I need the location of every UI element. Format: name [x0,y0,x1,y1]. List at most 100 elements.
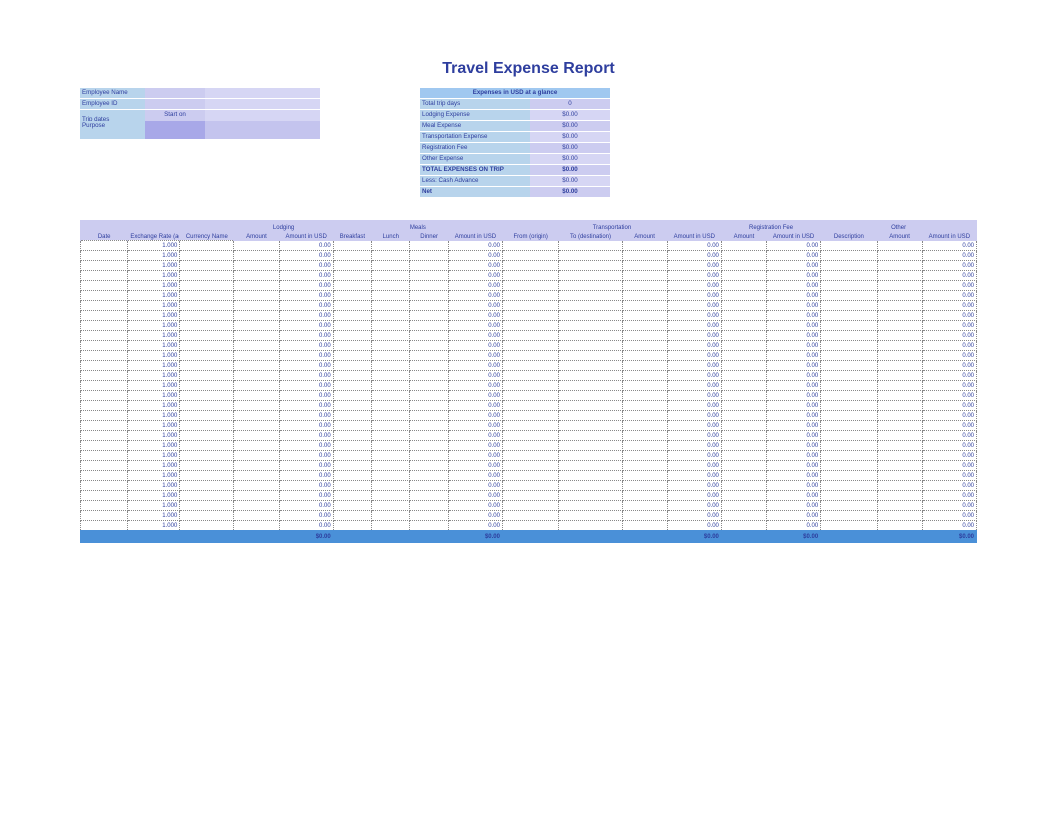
table-cell[interactable] [372,341,410,351]
table-cell[interactable]: 1.000 [128,271,180,281]
table-cell[interactable]: 0.00 [448,521,502,531]
table-cell[interactable] [821,521,877,531]
table-cell[interactable]: 0.00 [667,411,721,421]
table-cell[interactable] [410,351,448,361]
table-cell[interactable] [559,311,622,321]
table-cell[interactable] [372,521,410,531]
table-cell[interactable]: 0.00 [767,321,821,331]
table-cell[interactable]: 0.00 [667,431,721,441]
table-row[interactable]: 1.0000.000.000.000.000.00 [81,461,977,471]
table-cell[interactable]: 0.00 [279,441,333,451]
table-cell[interactable]: 0.00 [767,281,821,291]
table-cell[interactable] [333,361,371,371]
table-cell[interactable] [502,431,558,441]
table-cell[interactable]: 0.00 [667,321,721,331]
table-cell[interactable] [180,401,234,411]
table-cell[interactable] [81,371,128,381]
table-cell[interactable]: 0.00 [448,361,502,371]
table-cell[interactable] [821,511,877,521]
table-cell[interactable]: 0.00 [767,471,821,481]
table-row[interactable]: 1.0000.000.000.000.000.00 [81,491,977,501]
table-cell[interactable]: 0.00 [667,341,721,351]
table-cell[interactable] [180,271,234,281]
table-cell[interactable]: 0.00 [667,331,721,341]
table-cell[interactable] [180,311,234,321]
table-cell[interactable]: 1.000 [128,471,180,481]
table-cell[interactable]: 0.00 [767,481,821,491]
table-cell[interactable]: 0.00 [667,421,721,431]
emp-name-cell[interactable] [205,88,320,98]
table-cell[interactable] [559,441,622,451]
table-cell[interactable]: 0.00 [667,281,721,291]
table-cell[interactable] [180,341,234,351]
table-cell[interactable]: 0.00 [279,511,333,521]
table-cell[interactable] [821,281,877,291]
table-cell[interactable]: 0.00 [448,241,502,251]
table-cell[interactable] [502,521,558,531]
table-cell[interactable]: 1.000 [128,491,180,501]
table-cell[interactable] [821,301,877,311]
table-cell[interactable]: 0.00 [448,471,502,481]
table-cell[interactable]: 0.00 [767,291,821,301]
table-cell[interactable] [622,451,667,461]
table-cell[interactable]: 0.00 [448,461,502,471]
table-cell[interactable] [559,271,622,281]
table-cell[interactable] [234,341,279,351]
table-cell[interactable]: 0.00 [279,411,333,421]
table-cell[interactable] [502,361,558,371]
table-row[interactable]: 1.0000.000.000.000.000.00 [81,381,977,391]
table-cell[interactable] [333,311,371,321]
table-cell[interactable]: 0.00 [767,491,821,501]
table-cell[interactable] [877,261,922,271]
table-cell[interactable] [81,261,128,271]
table-cell[interactable] [410,301,448,311]
table-cell[interactable] [877,281,922,291]
table-cell[interactable]: 0.00 [922,401,976,411]
table-cell[interactable]: 0.00 [448,431,502,441]
table-cell[interactable] [502,411,558,421]
table-cell[interactable] [821,351,877,361]
table-cell[interactable]: 0.00 [448,411,502,421]
table-cell[interactable] [877,441,922,451]
table-cell[interactable]: 1.000 [128,361,180,371]
table-cell[interactable] [821,311,877,321]
table-row[interactable]: 1.0000.000.000.000.000.00 [81,501,977,511]
table-cell[interactable]: 0.00 [667,481,721,491]
table-cell[interactable]: 0.00 [667,311,721,321]
table-cell[interactable] [81,401,128,411]
table-cell[interactable] [821,271,877,281]
table-cell[interactable] [502,391,558,401]
purpose-cell[interactable] [205,121,320,139]
table-cell[interactable]: 0.00 [448,351,502,361]
table-cell[interactable] [410,371,448,381]
table-cell[interactable] [372,251,410,261]
table-cell[interactable]: 0.00 [279,391,333,401]
table-cell[interactable]: 0.00 [448,341,502,351]
table-cell[interactable] [180,361,234,371]
table-cell[interactable] [721,391,766,401]
table-cell[interactable]: 0.00 [667,441,721,451]
table-cell[interactable]: 1.000 [128,401,180,411]
table-cell[interactable] [81,281,128,291]
table-cell[interactable] [333,471,371,481]
table-cell[interactable]: 0.00 [922,371,976,381]
table-cell[interactable] [180,421,234,431]
table-cell[interactable]: 1.000 [128,351,180,361]
table-row[interactable]: 1.0000.000.000.000.000.00 [81,401,977,411]
table-row[interactable]: 1.0000.000.000.000.000.00 [81,291,977,301]
table-cell[interactable] [502,371,558,381]
table-cell[interactable]: 0.00 [448,421,502,431]
table-cell[interactable] [877,511,922,521]
table-cell[interactable] [559,471,622,481]
table-cell[interactable] [234,471,279,481]
table-cell[interactable] [372,421,410,431]
table-cell[interactable]: 0.00 [448,281,502,291]
table-cell[interactable]: 0.00 [922,351,976,361]
table-cell[interactable] [821,361,877,371]
table-cell[interactable]: 0.00 [767,241,821,251]
table-cell[interactable] [502,381,558,391]
table-cell[interactable] [877,521,922,531]
table-cell[interactable] [622,371,667,381]
table-row[interactable]: 1.0000.000.000.000.000.00 [81,311,977,321]
table-cell[interactable] [234,411,279,421]
